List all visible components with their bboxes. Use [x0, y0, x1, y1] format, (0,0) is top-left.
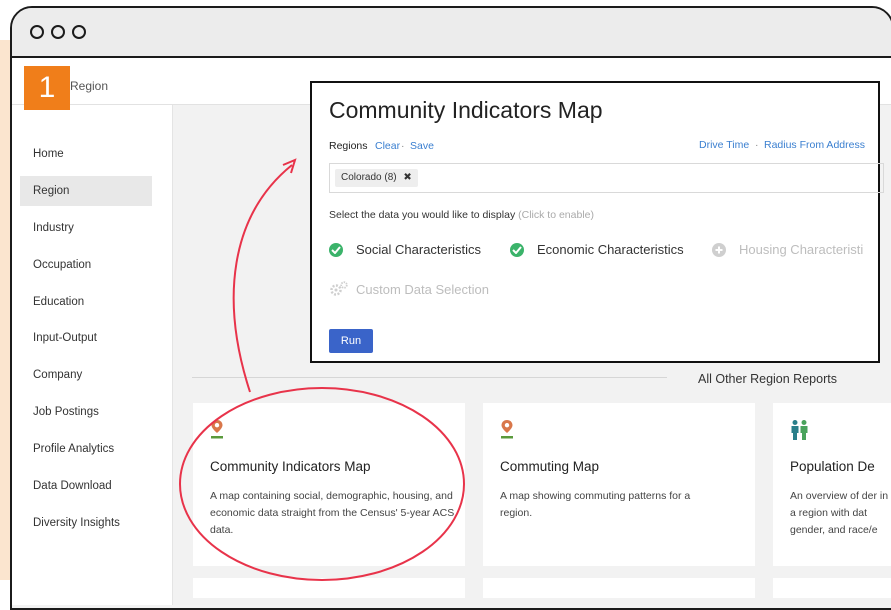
report-card-next-row	[483, 578, 755, 598]
sidebar-item-data-download[interactable]: Data Download	[20, 471, 152, 501]
card-description: An overview of der in a region with dat …	[790, 490, 889, 536]
sidebar-item-industry[interactable]: Industry	[20, 213, 152, 243]
drive-time-link[interactable]: Drive Time	[699, 139, 749, 151]
separator: ·	[755, 139, 759, 151]
report-card-next-row	[773, 578, 891, 598]
report-card-next-row	[193, 578, 465, 598]
section-divider	[192, 377, 667, 378]
people-icon	[791, 420, 808, 440]
region-chip-label: Colorado (8)	[341, 172, 397, 183]
community-indicators-popup: Community Indicators Map Regions Clear ·…	[310, 81, 884, 363]
sidebar-item-company[interactable]: Company	[20, 360, 152, 390]
save-link[interactable]: Save	[410, 140, 434, 152]
map-pin-icon	[501, 420, 513, 439]
report-card-community-indicators[interactable]: Community Indicators Map A map containin…	[193, 403, 465, 566]
gears-icon	[330, 281, 348, 296]
sidebar-item-education[interactable]: Education	[20, 287, 152, 317]
sidebar-item-job-postings[interactable]: Job Postings	[20, 397, 152, 427]
check-circle-icon[interactable]	[510, 243, 524, 257]
region-chip[interactable]: Colorado (8) ✖	[335, 169, 418, 187]
region-input[interactable]: Colorado (8) ✖	[329, 163, 884, 193]
window-titlebar	[12, 8, 891, 58]
option-economic-characteristics[interactable]: Economic Characteristics	[537, 242, 684, 257]
sidebar: Home Region Industry Occupation Educatio…	[12, 105, 173, 605]
sidebar-item-input-output[interactable]: Input-Output	[20, 323, 152, 353]
window-close-dot-icon[interactable]	[30, 25, 44, 39]
radius-from-address-link[interactable]: Radius From Address	[764, 139, 865, 151]
clear-link[interactable]: Clear	[375, 140, 400, 152]
check-circle-icon[interactable]	[329, 243, 343, 257]
select-data-label: Select the data you would like to displa…	[329, 209, 594, 221]
option-social-characteristics[interactable]: Social Characteristics	[356, 242, 481, 257]
regions-label: Regions	[329, 140, 368, 152]
select-prompt: Select the data you would like to displa…	[329, 209, 516, 221]
breadcrumb[interactable]: Region	[70, 79, 108, 93]
card-title: Commuting Map	[500, 459, 600, 474]
step-number-badge: 1	[24, 66, 70, 110]
sidebar-item-diversity-insights[interactable]: Diversity Insights	[20, 508, 152, 538]
custom-data-selection[interactable]: Custom Data Selection	[356, 282, 489, 297]
chip-remove-icon[interactable]: ✖	[403, 172, 411, 183]
sidebar-item-profile-analytics[interactable]: Profile Analytics	[20, 434, 152, 464]
report-card-population[interactable]: Population De An overview of der in a re…	[773, 403, 891, 566]
plus-circle-icon[interactable]	[712, 243, 726, 257]
card-title: Population De	[790, 459, 875, 474]
card-title: Community Indicators Map	[210, 459, 371, 474]
card-description: A map showing commuting patterns for a r…	[500, 490, 691, 519]
option-housing-characteristics[interactable]: Housing Characteristi	[739, 242, 863, 257]
run-button[interactable]: Run	[329, 329, 373, 353]
card-description: A map containing social, demographic, ho…	[210, 490, 455, 536]
section-title: All Other Region Reports	[698, 372, 837, 386]
map-pin-icon	[211, 420, 223, 439]
sidebar-item-region[interactable]: Region	[20, 176, 152, 206]
report-card-commuting-map[interactable]: Commuting Map A map showing commuting pa…	[483, 403, 755, 566]
popup-title: Community Indicators Map	[329, 97, 603, 123]
sidebar-item-occupation[interactable]: Occupation	[20, 250, 152, 280]
sidebar-item-home[interactable]: Home	[20, 139, 152, 169]
window-minimize-dot-icon[interactable]	[51, 25, 65, 39]
separator: ·	[401, 140, 405, 152]
window-maximize-dot-icon[interactable]	[72, 25, 86, 39]
select-hint: (Click to enable)	[518, 209, 594, 221]
